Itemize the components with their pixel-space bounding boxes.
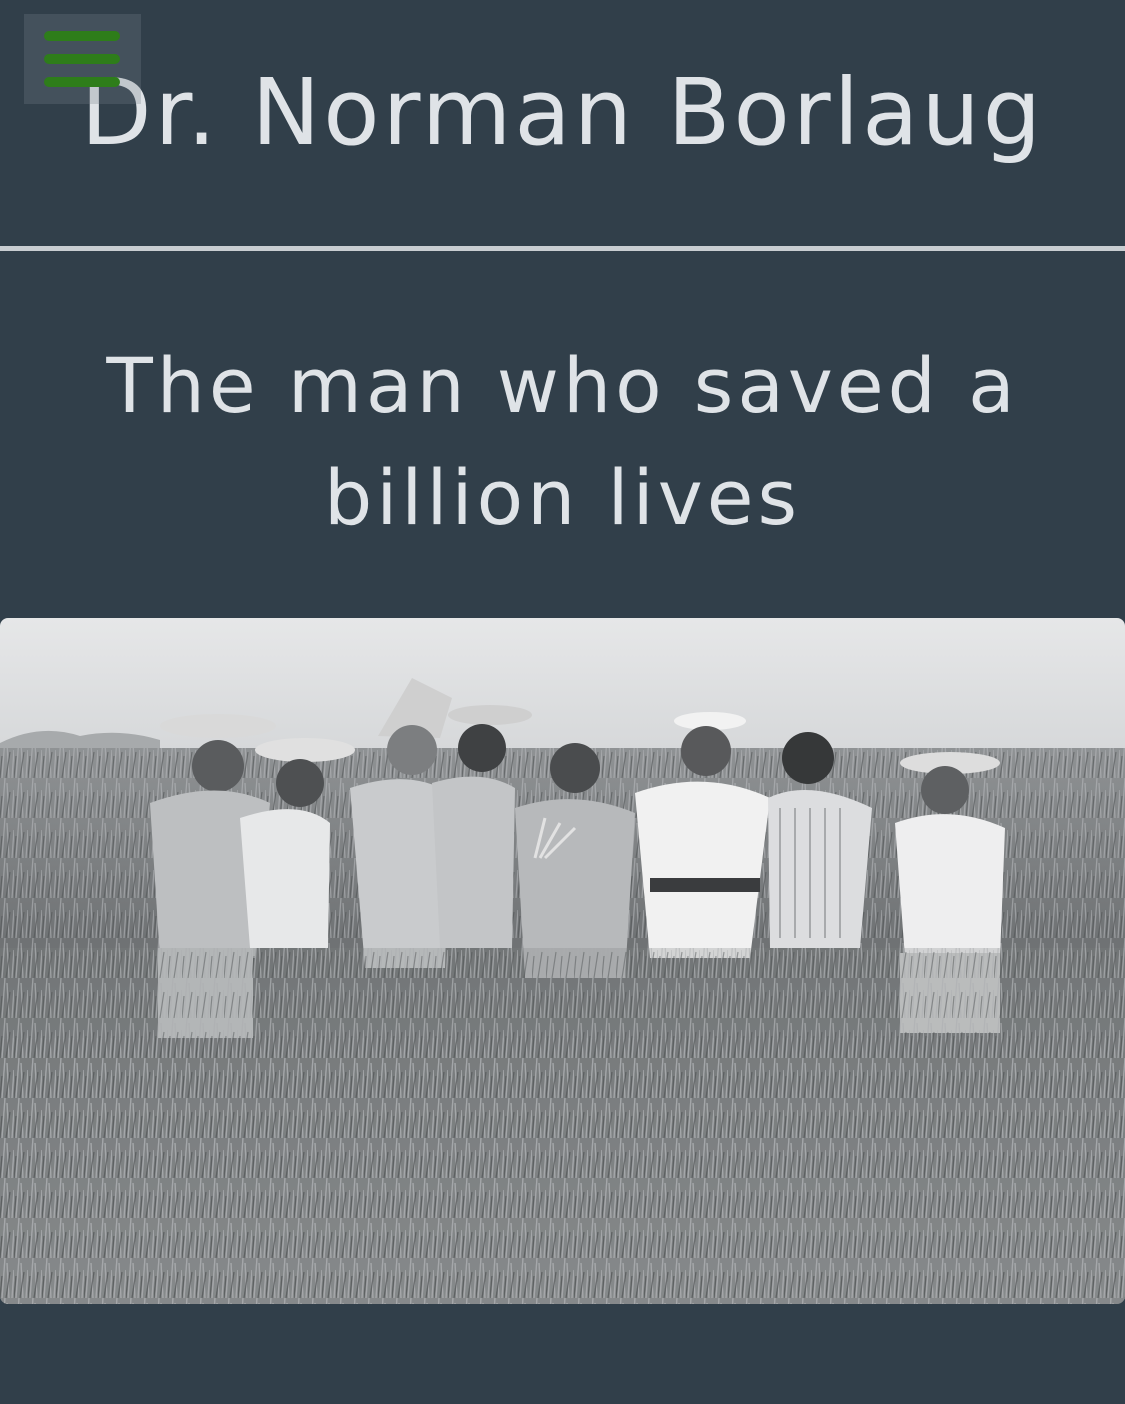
header-divider [0,246,1125,251]
menu-button[interactable] [24,14,141,104]
content-area [0,1304,1125,1404]
site-header: Dr. Norman Borlaug [0,0,1125,246]
site-title: Dr. Norman Borlaug [80,59,1045,166]
hero-image [0,618,1125,1304]
tagline: The man who saved a billion lives [106,341,1019,542]
page: Dr. Norman Borlaug The man who saved a b… [0,0,1125,1404]
